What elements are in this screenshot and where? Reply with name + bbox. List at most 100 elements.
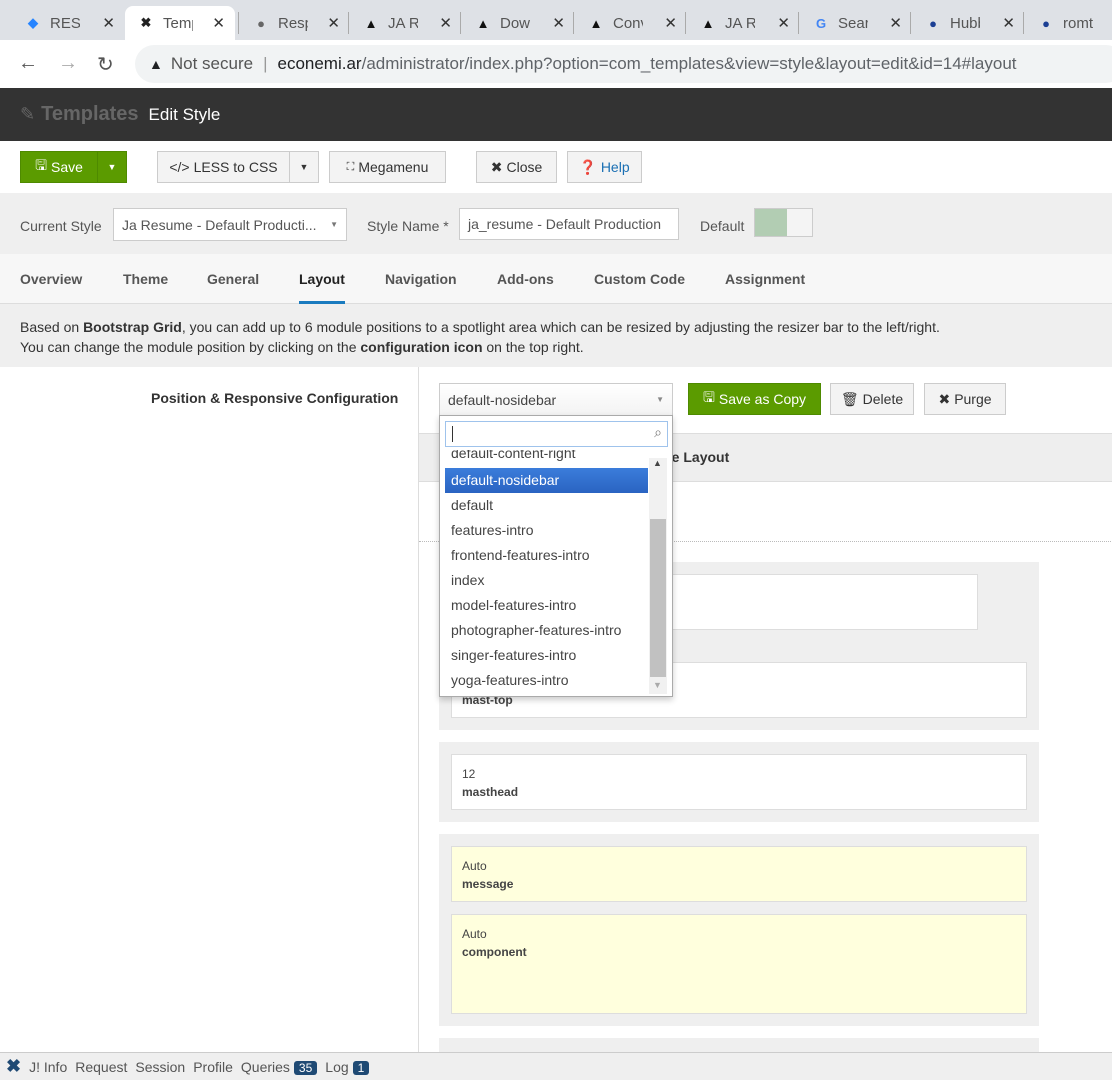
save-button[interactable]: 🖫 Save — [20, 151, 98, 183]
megamenu-label: Megamenu — [358, 159, 429, 175]
browser-tab[interactable]: ✖ Temp ✕ — [125, 6, 235, 40]
close-tab-icon[interactable]: ✕ — [889, 14, 902, 32]
desc-bold: Bootstrap Grid — [83, 319, 182, 335]
tab-separator — [798, 12, 799, 34]
url-field[interactable]: ▲ Not secure | econemi.ar/administrator/… — [135, 45, 1112, 83]
debug-session-link[interactable]: Session — [135, 1059, 185, 1075]
tab-separator — [348, 12, 349, 34]
caret-down-icon: ▼ — [330, 220, 338, 229]
tab-separator — [685, 12, 686, 34]
dropdown-option[interactable]: index — [445, 568, 648, 593]
less-dropdown-button[interactable]: ▼ — [289, 151, 319, 183]
layout-description: Based on Bootstrap Grid, you can add up … — [0, 304, 1112, 367]
dropdown-option[interactable]: photographer-features-intro — [445, 618, 648, 643]
dropdown-option[interactable]: singer-features-intro — [445, 643, 648, 668]
delete-button[interactable]: 🗑 Delete — [830, 383, 914, 415]
globe-icon: ● — [257, 15, 265, 31]
browser-tab[interactable]: ● romt — [1025, 6, 1112, 40]
style-name-value: ja_resume - Default Production — [468, 216, 661, 232]
close-button[interactable]: ✖ Close — [476, 151, 557, 183]
tab-theme[interactable]: Theme — [123, 254, 168, 304]
close-tab-icon[interactable]: ✕ — [552, 14, 565, 32]
position-name: component — [462, 945, 527, 959]
position-box[interactable]: Auto component — [451, 914, 1027, 1014]
purge-button[interactable]: ✖ Purge — [924, 383, 1006, 415]
reload-icon[interactable]: ↻ — [97, 52, 114, 77]
tab-title: romt — [1063, 14, 1093, 32]
scroll-up-icon[interactable]: ▲ — [653, 458, 662, 468]
browser-tab[interactable]: ● Hubb ✕ — [912, 6, 1025, 40]
queries-label: Queries — [240, 1058, 290, 1075]
tab-layout[interactable]: Layout — [299, 254, 345, 304]
text-cursor — [452, 426, 453, 442]
browser-tab[interactable]: ▲ Conv ✕ — [575, 6, 687, 40]
back-icon[interactable]: ← — [18, 52, 38, 75]
debug-request-link[interactable]: Request — [75, 1059, 127, 1075]
browser-tab[interactable]: ▲ Dow ✕ — [462, 6, 575, 40]
dropdown-search-input[interactable]: ⌕ — [445, 421, 668, 447]
close-label: Close — [506, 159, 543, 175]
style-name-input[interactable]: ja_resume - Default Production — [459, 208, 679, 240]
position-width: 12 — [462, 767, 476, 781]
dropdown-option[interactable]: features-intro — [445, 518, 648, 543]
close-tab-icon[interactable]: ✕ — [327, 14, 340, 32]
debug-log-link[interactable]: Log 1 — [325, 1059, 370, 1075]
save-dropdown-button[interactable]: ▼ — [97, 151, 127, 183]
browser-tab[interactable]: ▲ JA Re ✕ — [350, 6, 462, 40]
close-icon: ✖ — [938, 390, 951, 407]
dropdown-option[interactable]: model-features-intro — [445, 593, 648, 618]
tab-add-ons[interactable]: Add-ons — [497, 254, 554, 304]
less-to-css-button[interactable]: </> LESS to CSS — [157, 151, 290, 183]
forward-icon[interactable]: → — [58, 52, 78, 75]
delete-label: Delete — [862, 391, 904, 407]
dropdown-options: default-content-right default-nosidebar … — [440, 450, 672, 696]
close-tab-icon[interactable]: ✕ — [212, 14, 225, 32]
browser-tab[interactable]: ◆ RES I ✕ — [12, 6, 125, 40]
google-icon: G — [815, 15, 827, 31]
sitemap-icon: ⛶ — [346, 160, 355, 173]
jira-icon: ◆ — [28, 15, 38, 30]
close-tab-icon[interactable]: ✕ — [777, 14, 790, 32]
tab-assignment[interactable]: Assignment — [725, 254, 805, 304]
nasa-icon: ● — [929, 15, 937, 31]
browser-tab[interactable]: G Searc ✕ — [800, 6, 912, 40]
brush-icon: ✎ — [20, 104, 36, 124]
close-tab-icon[interactable]: ✕ — [102, 14, 115, 32]
dropdown-option[interactable]: default — [445, 493, 648, 518]
close-tab-icon[interactable]: ✕ — [439, 14, 452, 32]
browser-tab[interactable]: ● Resp ✕ — [240, 6, 350, 40]
debug-profile-link[interactable]: Profile — [193, 1059, 233, 1075]
scrollbar-thumb[interactable] — [650, 519, 666, 677]
close-tab-icon[interactable]: ✕ — [664, 14, 677, 32]
position-config-label: Position & Responsive Configuration — [151, 390, 399, 406]
layout-select[interactable]: default-nosidebar ▼ — [439, 383, 673, 416]
help-button[interactable]: ❓ Help — [567, 151, 642, 183]
current-style-select[interactable]: Ja Resume - Default Producti... ▼ — [113, 208, 347, 241]
position-box[interactable]: Auto message — [451, 846, 1027, 902]
dropdown-option[interactable]: yoga-features-intro — [445, 668, 648, 693]
default-toggle[interactable] — [754, 208, 813, 237]
position-box[interactable]: 12 masthead — [451, 754, 1027, 810]
layout-dropdown: ⌕ default-content-right default-nosideba… — [439, 415, 673, 697]
dropdown-scrollbar[interactable]: ▲ ▼ — [649, 458, 667, 694]
dropdown-option[interactable]: default-content-right — [445, 450, 648, 466]
tab-navigation[interactable]: Navigation — [385, 254, 457, 304]
tab-general[interactable]: General — [207, 254, 259, 304]
page-header: ✎ Templates Edit Style — [0, 88, 1112, 141]
layout-block: Auto message Auto component — [439, 834, 1039, 1026]
dropdown-option-selected[interactable]: default-nosidebar — [445, 468, 648, 493]
megamenu-button[interactable]: ⛶ Megamenu — [329, 151, 446, 183]
dropdown-option[interactable]: frontend-features-intro — [445, 543, 648, 568]
close-tab-icon[interactable]: ✕ — [1002, 14, 1015, 32]
tab-custom-code[interactable]: Custom Code — [594, 254, 685, 304]
joomla-icon[interactable]: ✖ — [6, 1056, 21, 1077]
debug-info-link[interactable]: J! Info — [29, 1059, 67, 1075]
debug-queries-link[interactable]: Queries 35 — [240, 1058, 318, 1075]
browser-tab[interactable]: ▲ JA Re ✕ — [687, 6, 800, 40]
divider: | — [263, 54, 268, 73]
position-width: Auto — [462, 859, 487, 873]
scroll-down-icon[interactable]: ▼ — [653, 680, 662, 690]
save-as-copy-button[interactable]: 🖫 Save as Copy — [688, 383, 821, 415]
tab-overview[interactable]: Overview — [20, 254, 82, 304]
queries-badge: 35 — [293, 1060, 318, 1075]
